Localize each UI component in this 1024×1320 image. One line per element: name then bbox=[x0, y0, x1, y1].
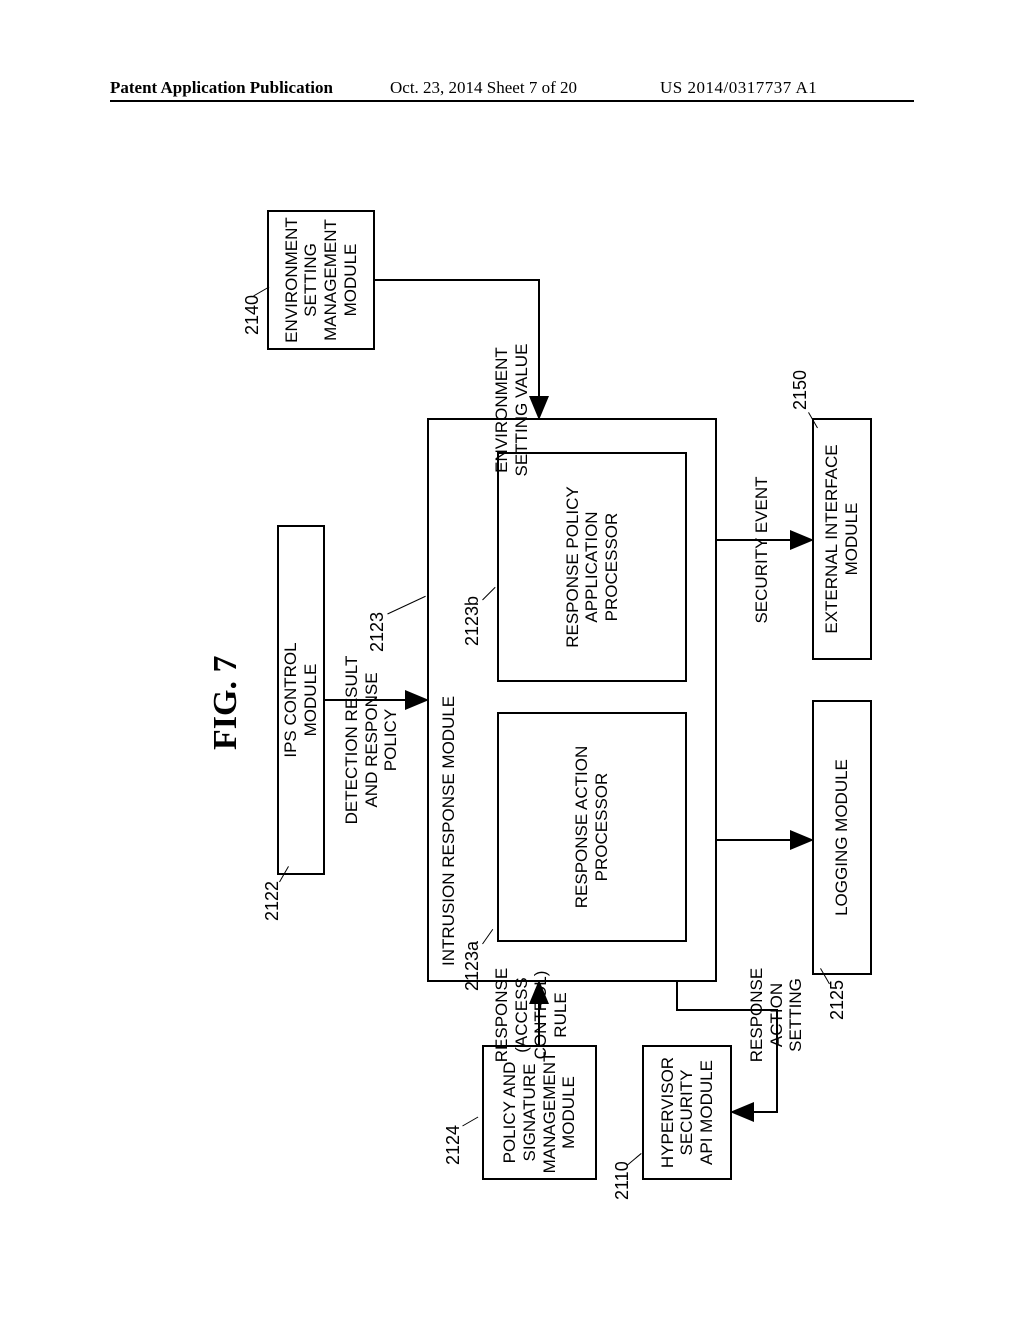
box-policy-sig-mgmt-text: POLICY AND SIGNATURE MANAGEMENT MODULE bbox=[500, 1052, 578, 1174]
tick-hypervisor-api bbox=[627, 1153, 641, 1165]
box-env-setting-mgmt: ENVIRONMENT SETTING MANAGEMENT MODULE bbox=[267, 210, 375, 350]
box-hypervisor-api: HYPERVISOR SECURITY API MODULE bbox=[642, 1045, 732, 1180]
ref-env-setting-mgmt: 2140 bbox=[242, 295, 263, 335]
box-response-policy-proc-text: RESPONSE POLICY APPLICATION PROCESSOR bbox=[563, 486, 622, 648]
box-response-action-proc: RESPONSE ACTION PROCESSOR bbox=[497, 712, 687, 942]
box-policy-sig-mgmt: POLICY AND SIGNATURE MANAGEMENT MODULE bbox=[482, 1045, 597, 1180]
ref-logging: 2125 bbox=[827, 980, 848, 1020]
page: Patent Application Publication Oct. 23, … bbox=[0, 0, 1024, 1320]
box-env-setting-mgmt-text: ENVIRONMENT SETTING MANAGEMENT MODULE bbox=[282, 217, 360, 343]
box-external-interface-text: EXTERNAL INTERFACE MODULE bbox=[822, 444, 861, 633]
label-env-setting-value: ENVIRONMENT SETTING VALUE bbox=[492, 340, 531, 480]
box-ips-control: IPS CONTROL MODULE bbox=[277, 525, 325, 875]
figure-area: FIG. 7 IPS CONTROL MODULE 2122 INTRUSION… bbox=[112, 160, 912, 1220]
ref-external-interface: 2150 bbox=[790, 370, 811, 410]
figure-title: FIG. 7 bbox=[207, 656, 245, 750]
header-left: Patent Application Publication bbox=[110, 78, 333, 98]
box-response-action-proc-text: RESPONSE ACTION PROCESSOR bbox=[572, 746, 611, 908]
ref-response-policy-proc: 2123b bbox=[462, 596, 483, 646]
box-logging-text: LOGGING MODULE bbox=[832, 759, 852, 916]
label-detection-result: DETECTION RESULT AND RESPONSE POLICY bbox=[342, 640, 401, 840]
ref-ips-control: 2122 bbox=[262, 881, 283, 921]
label-response-rule: RESPONSE (ACCESS CONTROL) RULE bbox=[492, 965, 570, 1065]
header-middle: Oct. 23, 2014 Sheet 7 of 20 bbox=[390, 78, 577, 98]
tick-policy-sig-mgmt bbox=[462, 1117, 478, 1127]
box-ips-control-text: IPS CONTROL MODULE bbox=[281, 642, 320, 757]
tick-intrusion-response bbox=[387, 596, 425, 615]
ref-hypervisor-api: 2110 bbox=[612, 1161, 633, 1200]
box-external-interface: EXTERNAL INTERFACE MODULE bbox=[812, 418, 872, 660]
figure-rotated: FIG. 7 IPS CONTROL MODULE 2122 INTRUSION… bbox=[207, 200, 977, 1200]
box-logging: LOGGING MODULE bbox=[812, 700, 872, 975]
header-rule bbox=[110, 100, 914, 102]
box-response-policy-proc: RESPONSE POLICY APPLICATION PROCESSOR bbox=[497, 452, 687, 682]
header-right: US 2014/0317737 A1 bbox=[660, 78, 817, 98]
label-response-action-setting: RESPONSE ACTION SETTING bbox=[747, 965, 806, 1065]
ref-response-action-proc: 2123a bbox=[462, 941, 483, 991]
ref-policy-sig-mgmt: 2124 bbox=[443, 1125, 464, 1165]
box-hypervisor-api-text: HYPERVISOR SECURITY API MODULE bbox=[658, 1057, 717, 1168]
box-intrusion-response-title: INTRUSION RESPONSE MODULE bbox=[439, 696, 459, 966]
label-security-event: SECURITY EVENT bbox=[752, 475, 772, 625]
